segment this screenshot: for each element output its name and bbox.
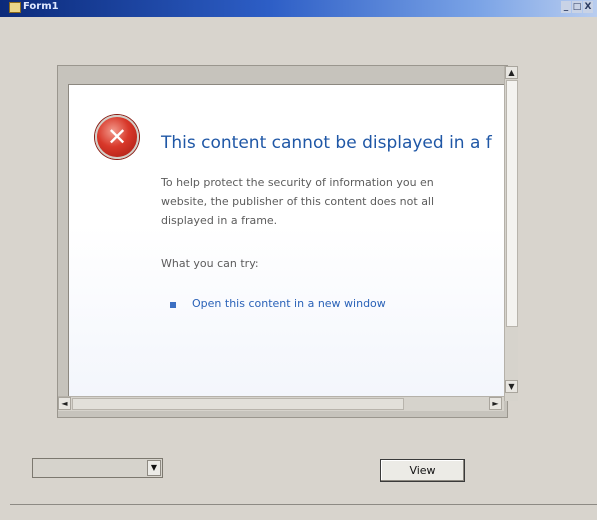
explanation-line: website, the publisher of this content d… — [161, 195, 435, 208]
scroll-left-arrow-icon[interactable]: ◄ — [58, 397, 71, 410]
what-you-can-try-label: What you can try: — [161, 257, 259, 270]
error-explanation: To help protect the security of informat… — [161, 173, 505, 230]
window-controls: _ □ X — [561, 1, 593, 13]
scroll-down-arrow-icon[interactable]: ▼ — [505, 380, 518, 393]
error-x-icon: ✕ — [95, 115, 139, 159]
maximize-button[interactable]: □ — [572, 1, 582, 13]
divider — [10, 504, 597, 505]
vertical-scroll-thumb[interactable] — [506, 80, 518, 327]
explanation-line: displayed in a frame. — [161, 214, 278, 227]
window-title-bar[interactable]: Form1 _ □ X — [0, 0, 597, 17]
form-app-icon — [9, 2, 21, 13]
scroll-right-arrow-icon[interactable]: ► — [489, 397, 502, 410]
vertical-scrollbar[interactable]: ▲ ▼ — [504, 66, 518, 401]
open-in-new-window-link[interactable]: Open this content in a new window — [192, 297, 386, 310]
browser-content: ✕ This content cannot be displayed in a … — [68, 84, 505, 397]
explanation-line: To help protect the security of informat… — [161, 176, 434, 189]
form-client-area: ✕ This content cannot be displayed in a … — [0, 17, 597, 520]
view-button[interactable]: View — [380, 459, 465, 482]
combo-box[interactable]: ▼ — [32, 458, 163, 478]
chevron-down-icon[interactable]: ▼ — [147, 460, 161, 476]
horizontal-scroll-thumb[interactable] — [72, 398, 404, 410]
web-browser-control[interactable]: ✕ This content cannot be displayed in a … — [57, 65, 518, 418]
error-heading: This content cannot be displayed in a f — [161, 133, 492, 153]
minimize-button[interactable]: _ — [561, 1, 571, 13]
scroll-up-arrow-icon[interactable]: ▲ — [505, 66, 518, 79]
blue-square-bullet-icon — [170, 302, 176, 308]
window-title: Form1 — [23, 1, 59, 12]
close-button[interactable]: X — [583, 1, 593, 13]
horizontal-scrollbar[interactable]: ◄ ► — [58, 396, 504, 411]
